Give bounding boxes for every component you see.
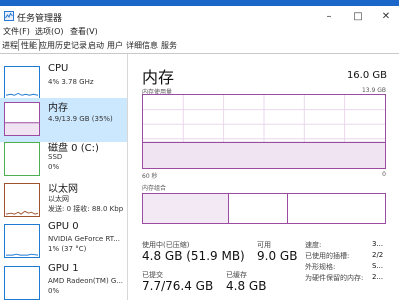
resource-item-disk[interactable]: 磁盘 0 (C:) SSD 0%: [0, 138, 127, 182]
tab-processes[interactable]: 进程: [1, 40, 19, 51]
window-title: 任务管理器: [17, 14, 63, 24]
slots-label: 已使用的插槽:: [305, 252, 350, 260]
gpu1-graph-thumbnail: [4, 266, 40, 300]
committed-value: 7.7/76.4 GB: [142, 279, 214, 293]
resource-detail: 4% 3.78 GHz: [48, 78, 94, 86]
hardware-reserved-value: 2...: [372, 273, 384, 281]
resource-item-gpu1[interactable]: GPU 1 AMD Radeon(TM) G... 0%: [0, 262, 127, 306]
form-factor-label: 外形规格:: [305, 263, 336, 271]
page-title: 内存: [142, 68, 175, 87]
cpu-graph-thumbnail: [4, 66, 40, 100]
usage-area: [143, 142, 385, 168]
gpu0-graph-thumbnail: [4, 224, 40, 258]
slots-value: 2/2: [372, 251, 384, 259]
resource-detail: NVIDIA GeForce RT...: [48, 235, 120, 243]
tab-services[interactable]: 服务: [160, 40, 178, 51]
memory-usage-chart: [142, 94, 386, 169]
memory-usage-graph: [143, 95, 385, 168]
tab-performance[interactable]: 性能: [18, 39, 40, 51]
disk-graph-thumbnail: [4, 142, 40, 176]
menu-view[interactable]: 查看(V): [70, 26, 98, 37]
resource-name: 磁盘 0 (C:): [48, 143, 99, 154]
resource-detail: 4.9/13.9 GB (35%): [48, 115, 113, 123]
tab-details[interactable]: 详细信息: [125, 40, 159, 51]
minimize-button[interactable]: –: [320, 8, 338, 26]
menu-options[interactable]: 选项(O): [35, 26, 64, 37]
resource-list: CPU 4% 3.78 GHz 内存 4.9/13.9 GB (35%) 磁盘 …: [0, 54, 127, 300]
resource-usage: 发送: 0 接收: 88.0 Kbp: [48, 205, 124, 213]
resource-usage: 0%: [48, 287, 60, 295]
title-bar: 任务管理器 – □ ✕: [0, 6, 399, 28]
composition-cached: [228, 194, 288, 223]
tab-users[interactable]: 用户: [106, 40, 124, 51]
resource-item-ethernet[interactable]: 以太网 以太网 发送: 0 接收: 88.0 Kbp: [0, 179, 127, 223]
resource-name: 以太网: [48, 184, 78, 195]
resource-name: CPU: [48, 63, 69, 74]
available-value: 9.0 GB: [257, 249, 298, 263]
cached-value: 4.8 GB: [226, 279, 267, 293]
resource-usage: 0%: [48, 163, 60, 171]
resource-usage: 1% (37 °C): [48, 245, 87, 253]
memory-composition-bar: [142, 193, 386, 224]
speed-value: 3...: [372, 240, 384, 248]
time-axis-right: 0: [382, 171, 386, 178]
resource-name: GPU 0: [48, 221, 79, 232]
task-manager-icon: [4, 11, 14, 21]
tab-startup[interactable]: 启动: [87, 40, 105, 51]
usage-chart-max: 13.9 GB: [361, 87, 386, 94]
maximize-button[interactable]: □: [349, 8, 367, 26]
time-axis-left: 60 秒: [142, 173, 158, 180]
speed-label: 速度:: [305, 241, 322, 249]
resource-detail: SSD: [48, 153, 63, 161]
close-button[interactable]: ✕: [377, 8, 395, 26]
resource-item-gpu0[interactable]: GPU 0 NVIDIA GeForce RT... 1% (37 °C): [0, 220, 127, 264]
composition-in-use: [143, 194, 229, 223]
in-use-value: 4.8 GB (51.9 MB): [142, 249, 245, 263]
form-factor-value: S...: [372, 262, 384, 270]
memory-graph-thumbnail: [4, 102, 40, 136]
composition-label: 内存组合: [142, 185, 167, 192]
resource-detail: 以太网: [48, 195, 69, 203]
memory-detail-panel: 内存 16.0 GB 内存使用量 13.9 GB 60 秒 0 内存组合 使用中: [128, 54, 399, 300]
hardware-reserved-label: 为硬件保留的内存:: [305, 274, 364, 282]
memory-total: 16.0 GB: [346, 70, 387, 81]
ethernet-graph-thumbnail: [4, 183, 40, 217]
tab-app-history[interactable]: 应用历史记录: [38, 40, 88, 51]
resource-item-memory[interactable]: 内存 4.9/13.9 GB (35%): [0, 98, 127, 142]
menu-file[interactable]: 文件(F): [3, 26, 30, 37]
resource-name: 内存: [48, 103, 68, 114]
resource-name: GPU 1: [48, 263, 79, 274]
resource-detail: AMD Radeon(TM) G...: [48, 277, 124, 285]
